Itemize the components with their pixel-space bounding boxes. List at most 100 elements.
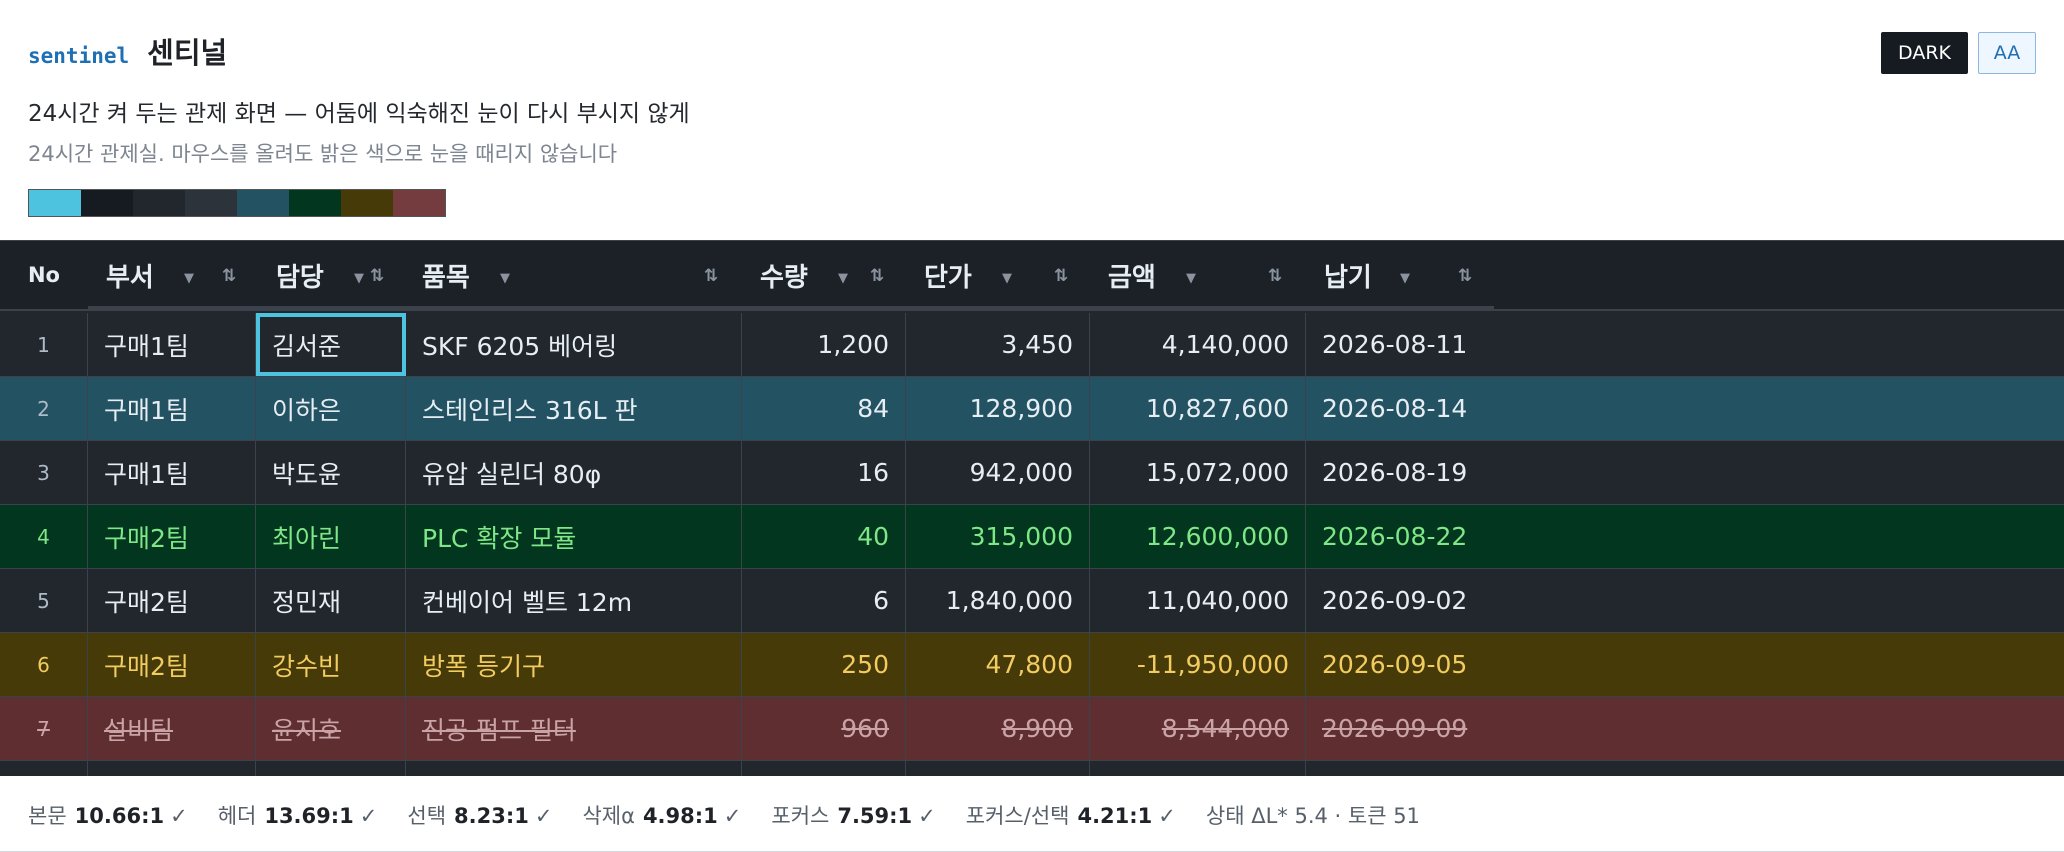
qty-cell[interactable]: 1,200: [742, 313, 906, 376]
column-header-dept[interactable]: 부서 ▼ ⇅: [88, 241, 256, 309]
sort-icon[interactable]: ⇅: [870, 266, 884, 286]
due-date-cell[interactable]: 2026-08-19: [1306, 441, 2064, 504]
metric-label: 선택: [407, 804, 447, 828]
unit-price-cell[interactable]: 128,900: [906, 377, 1090, 440]
table-row[interactable]: 2 구매1팀 이하은 스테인리스 316L 판 84 128,900 10,827,600 2…: [0, 377, 2064, 441]
unit-price-cell[interactable]: 8,900: [906, 697, 1090, 760]
qty-cell[interactable]: 84: [742, 377, 906, 440]
owner-cell[interactable]: 정민재: [256, 569, 406, 632]
metric-label: 본문: [28, 804, 67, 828]
table-row[interactable]: 1 구매1팀 김서준 SKF 6205 베어링 1,200 3,450 4,140,000 2…: [0, 313, 2064, 377]
metric-label: 삭제α: [582, 804, 635, 828]
column-header-no[interactable]: No: [0, 241, 88, 309]
sort-icon[interactable]: ⇅: [370, 266, 384, 286]
dept-cell[interactable]: 구매1팀: [88, 377, 256, 440]
column-header-unit-price[interactable]: 단가 ▼ ⇅: [906, 241, 1090, 309]
filter-caret-icon[interactable]: ▼: [1186, 271, 1196, 286]
row-number[interactable]: 6: [0, 633, 88, 696]
row-number[interactable]: 1: [0, 313, 88, 376]
item-cell[interactable]: 스테인리스 316L 판: [406, 377, 742, 440]
brand: sentinel 센티널: [28, 30, 2036, 72]
dark-mode-button[interactable]: DARK: [1881, 32, 1968, 74]
qty-cell[interactable]: 960: [742, 697, 906, 760]
filter-caret-icon[interactable]: ▼: [354, 271, 364, 286]
sort-icon[interactable]: ⇅: [704, 266, 718, 286]
table-row[interactable]: 4 구매2팀 최아린 PLC 확장 모듈 40 315,000 12,600,000 2026…: [0, 505, 2064, 569]
sort-icon[interactable]: ⇅: [1458, 266, 1472, 286]
due-date-cell[interactable]: 2026-09-02: [1306, 569, 2064, 632]
owner-cell[interactable]: 박도윤: [256, 441, 406, 504]
metric-value: 4.98:1: [642, 804, 718, 828]
qty-cell[interactable]: 250: [742, 633, 906, 696]
qty-cell[interactable]: 40: [742, 505, 906, 568]
filter-caret-icon[interactable]: ▼: [838, 271, 848, 286]
owner-cell[interactable]: 강수빈: [256, 633, 406, 696]
unit-price-cell[interactable]: 315,000: [906, 505, 1090, 568]
sort-icon[interactable]: ⇅: [1268, 266, 1282, 286]
dept-cell[interactable]: 구매2팀: [88, 505, 256, 568]
amount-cell[interactable]: 4,140,000: [1090, 313, 1306, 376]
due-date-cell[interactable]: 2026-08-11: [1306, 313, 2064, 376]
qty-cell[interactable]: 16: [742, 441, 906, 504]
table-row-partial: [0, 761, 2064, 776]
unit-price-cell[interactable]: 942,000: [906, 441, 1090, 504]
column-underline: [742, 306, 906, 309]
dept-cell[interactable]: 구매2팀: [88, 569, 256, 632]
page-subnote: 24시간 관제실. 마우스를 올려도 밝은 색으로 눈을 때리지 않습니다: [28, 142, 618, 166]
due-date-cell[interactable]: 2026-08-22: [1306, 505, 2064, 568]
column-header-amount[interactable]: 금액 ▼ ⇅: [1090, 241, 1306, 309]
row-number[interactable]: 2: [0, 377, 88, 440]
qty-cell[interactable]: 6: [742, 569, 906, 632]
column-header-label: 단가: [924, 262, 972, 293]
table-row[interactable]: 3 구매1팀 박도윤 유압 실린더 80φ 16 942,000 15,072,000 202…: [0, 441, 2064, 505]
owner-cell[interactable]: 윤지호: [256, 697, 406, 760]
filter-caret-icon[interactable]: ▼: [184, 271, 194, 286]
column-header-owner[interactable]: 담당 ▼ ⇅: [256, 241, 406, 309]
filter-caret-icon[interactable]: ▼: [1002, 271, 1012, 286]
item-cell[interactable]: 방폭 등기구: [406, 633, 742, 696]
unit-price-cell[interactable]: 47,800: [906, 633, 1090, 696]
check-icon: ✓: [534, 804, 553, 828]
amount-cell[interactable]: 11,040,000: [1090, 569, 1306, 632]
dept-cell[interactable]: 구매1팀: [88, 313, 256, 376]
item-cell[interactable]: SKF 6205 베어링: [406, 313, 742, 376]
filter-caret-icon[interactable]: ▼: [1400, 271, 1410, 286]
owner-cell[interactable]: 최아린: [256, 505, 406, 568]
column-header-qty[interactable]: 수량 ▼ ⇅: [742, 241, 906, 309]
amount-cell[interactable]: -11,950,000: [1090, 633, 1306, 696]
color-swatch: [29, 190, 81, 216]
column-header-item[interactable]: 품목 ▼ ⇅: [406, 241, 742, 309]
owner-cell[interactable]: 이하은: [256, 377, 406, 440]
due-date-cell[interactable]: 2026-09-09: [1306, 697, 2064, 760]
amount-cell[interactable]: 8,544,000: [1090, 697, 1306, 760]
dept-cell[interactable]: 설비팀: [88, 697, 256, 760]
column-header-due-date[interactable]: 납기 ▼ ⇅: [1306, 241, 1494, 309]
sort-icon[interactable]: ⇅: [222, 266, 236, 286]
dept-cell[interactable]: 구매2팀: [88, 633, 256, 696]
amount-cell[interactable]: 10,827,600: [1090, 377, 1306, 440]
item-cell[interactable]: 유압 실린더 80φ: [406, 441, 742, 504]
table-row[interactable]: 7 설비팀 윤지호 진공 펌프 필터 960 8,900 8,544,000 2026-09-…: [0, 697, 2064, 761]
due-date-cell[interactable]: 2026-09-05: [1306, 633, 2064, 696]
contrast-aa-button[interactable]: AA: [1978, 32, 2036, 74]
unit-price-cell[interactable]: 3,450: [906, 313, 1090, 376]
sort-icon[interactable]: ⇅: [1054, 266, 1068, 286]
item-cell[interactable]: 컨베이어 벨트 12m: [406, 569, 742, 632]
table-row[interactable]: 5 구매2팀 정민재 컨베이어 벨트 12m 6 1,840,000 11,040,000 2…: [0, 569, 2064, 633]
dept-cell[interactable]: 구매1팀: [88, 441, 256, 504]
item-cell[interactable]: PLC 확장 모듈: [406, 505, 742, 568]
row-number[interactable]: 3: [0, 441, 88, 504]
row-number[interactable]: 4: [0, 505, 88, 568]
amount-cell[interactable]: 15,072,000: [1090, 441, 1306, 504]
filter-caret-icon[interactable]: ▼: [500, 271, 510, 286]
item-cell[interactable]: 진공 펌프 필터: [406, 697, 742, 760]
amount-cell[interactable]: 12,600,000: [1090, 505, 1306, 568]
column-header-label: 금액: [1108, 262, 1156, 293]
table-row[interactable]: 6 구매2팀 강수빈 방폭 등기구 250 47,800 -11,950,000 2026-0…: [0, 633, 2064, 697]
unit-price-cell[interactable]: 1,840,000: [906, 569, 1090, 632]
due-date-cell[interactable]: 2026-08-14: [1306, 377, 2064, 440]
owner-cell[interactable]: 김서준: [256, 313, 406, 376]
row-number[interactable]: 5: [0, 569, 88, 632]
metric-value: 7.59:1: [837, 804, 913, 828]
row-number[interactable]: 7: [0, 697, 88, 760]
